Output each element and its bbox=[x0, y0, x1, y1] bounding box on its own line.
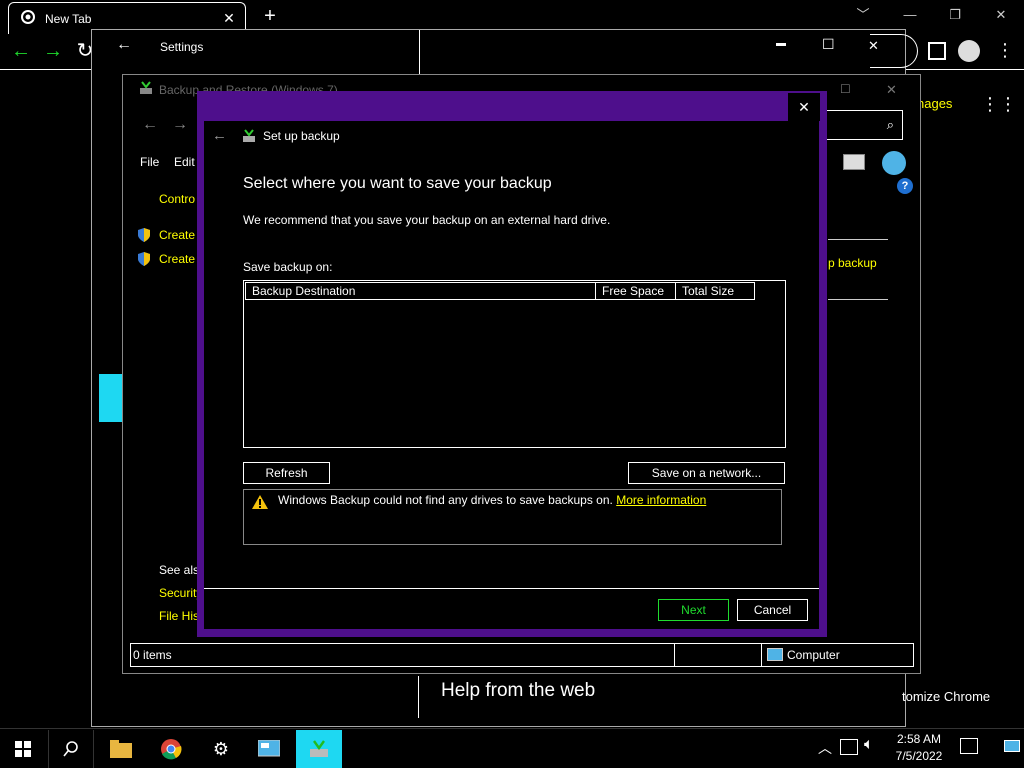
chrome-restore-icon[interactable]: ❐ bbox=[940, 4, 970, 26]
forward-icon[interactable]: → bbox=[42, 40, 64, 62]
status-computer: Computer bbox=[787, 648, 840, 662]
warning-text: Windows Backup could not find any drives… bbox=[278, 493, 613, 507]
backup-app-icon bbox=[138, 80, 154, 96]
show-hidden-icons-icon[interactable]: ︿ bbox=[818, 738, 832, 758]
help-from-web-heading: Help from the web bbox=[441, 680, 596, 701]
search-icon: ⌕ bbox=[886, 117, 894, 132]
cancel-button[interactable]: Cancel bbox=[737, 599, 808, 621]
more-information-link[interactable]: More information bbox=[616, 493, 706, 507]
status-divider bbox=[674, 644, 675, 666]
dialog-close-button[interactable]: ✕ bbox=[788, 93, 820, 121]
search-icon[interactable] bbox=[48, 730, 94, 768]
br-divider bbox=[828, 239, 888, 240]
dialog-subheading: We recommend that you save your backup o… bbox=[243, 213, 611, 227]
br-forward-icon[interactable]: → bbox=[172, 116, 188, 134]
settings-divider bbox=[419, 30, 420, 74]
security-link[interactable]: Security bbox=[159, 586, 202, 600]
save-on-network-button[interactable]: Save on a network... bbox=[628, 462, 785, 484]
file-explorer-icon[interactable] bbox=[98, 730, 144, 768]
menu-file[interactable]: File bbox=[140, 155, 159, 169]
new-tab-button[interactable]: + bbox=[258, 4, 282, 28]
br-close-icon[interactable]: ✕ bbox=[886, 82, 897, 98]
tab-title: New Tab bbox=[45, 11, 92, 26]
profile-avatar[interactable] bbox=[958, 40, 980, 62]
dialog-heading: Select where you want to save your backu… bbox=[243, 175, 552, 192]
help-icon[interactable]: ? bbox=[897, 178, 913, 194]
settings-gear-icon[interactable]: ⚙ bbox=[198, 730, 244, 768]
chrome-close-icon[interactable]: ✕ bbox=[986, 4, 1016, 26]
create-link-1[interactable]: Create bbox=[159, 228, 195, 242]
br-status-bar: 0 items Computer bbox=[130, 643, 914, 667]
mail-icon[interactable] bbox=[843, 154, 865, 170]
column-header-total-size[interactable]: Total Size bbox=[675, 282, 755, 300]
settings-back-icon[interactable]: ← bbox=[116, 36, 132, 54]
refresh-button[interactable]: Refresh bbox=[243, 462, 330, 484]
status-items: 0 items bbox=[133, 648, 172, 662]
help-divider bbox=[418, 676, 419, 718]
br-search-box[interactable]: ⌕ bbox=[822, 110, 903, 140]
taskbar-clock[interactable]: 2:58 AM 7/5/2022 bbox=[888, 731, 950, 765]
shield-icon bbox=[136, 227, 152, 246]
chrome-minimize-icon[interactable]: — bbox=[895, 4, 925, 26]
chrome-logo-icon bbox=[21, 10, 35, 27]
backup-app-icon bbox=[241, 128, 257, 147]
setup-backup-link[interactable]: p backup bbox=[828, 256, 877, 270]
backup-taskbar-icon[interactable] bbox=[296, 730, 342, 768]
globe-icon[interactable] bbox=[882, 151, 906, 175]
status-divider bbox=[761, 644, 762, 666]
dialog-separator bbox=[204, 588, 819, 589]
computer-icon bbox=[767, 648, 783, 661]
apps-grid-icon[interactable]: ⋮⋮⋮ bbox=[981, 94, 1024, 115]
address-bar-end bbox=[870, 34, 918, 68]
settings-title: Settings bbox=[160, 40, 204, 54]
warning-icon bbox=[251, 494, 269, 513]
create-link-2[interactable]: Create bbox=[159, 252, 195, 266]
br-back-icon[interactable]: ← bbox=[142, 116, 158, 134]
settings-minimize-icon[interactable]: ▬ bbox=[776, 38, 786, 49]
warning-message: Windows Backup could not find any drives… bbox=[278, 493, 706, 507]
customize-chrome-button[interactable]: tomize Chrome bbox=[902, 689, 990, 704]
br-divider bbox=[828, 299, 888, 300]
settings-maximize-icon[interactable]: ☐ bbox=[822, 36, 835, 53]
tab-search-icon[interactable]: ﹀ bbox=[848, 4, 878, 26]
control-panel-icon[interactable] bbox=[246, 730, 292, 768]
show-desktop-icon[interactable] bbox=[1004, 740, 1020, 752]
file-history-link[interactable]: File His bbox=[159, 609, 199, 623]
save-on-label: Save backup on: bbox=[243, 260, 333, 274]
back-icon[interactable]: ← bbox=[10, 40, 32, 62]
network-icon[interactable] bbox=[840, 739, 858, 755]
menu-edit[interactable]: Edit bbox=[174, 155, 195, 169]
destination-table[interactable]: Backup Destination Free Space Total Size bbox=[243, 280, 786, 448]
images-link[interactable]: nages bbox=[917, 96, 952, 111]
next-button[interactable]: Next bbox=[658, 599, 729, 621]
chrome-menu-icon[interactable]: ⋮ bbox=[996, 40, 1014, 61]
column-header-free-space[interactable]: Free Space bbox=[595, 282, 676, 300]
notifications-icon[interactable] bbox=[960, 738, 978, 754]
side-panel-icon[interactable] bbox=[928, 42, 946, 60]
clock-date: 7/5/2022 bbox=[895, 749, 943, 763]
br-maximize-icon[interactable]: ☐ bbox=[840, 82, 851, 96]
column-header-destination[interactable]: Backup Destination bbox=[245, 282, 596, 300]
control-panel-link[interactable]: Contro bbox=[159, 192, 195, 206]
dialog-title: Set up backup bbox=[263, 129, 340, 143]
volume-icon[interactable]: 🔈︎ bbox=[864, 736, 874, 754]
start-icon[interactable] bbox=[0, 730, 46, 768]
chrome-taskbar-icon[interactable] bbox=[148, 730, 194, 768]
shield-icon bbox=[136, 251, 152, 270]
tab-close-icon[interactable]: ✕ bbox=[219, 10, 239, 27]
clock-time: 2:58 AM bbox=[896, 732, 942, 746]
settings-nav-selected[interactable] bbox=[99, 374, 122, 422]
dialog-back-icon[interactable]: ← bbox=[212, 127, 227, 144]
